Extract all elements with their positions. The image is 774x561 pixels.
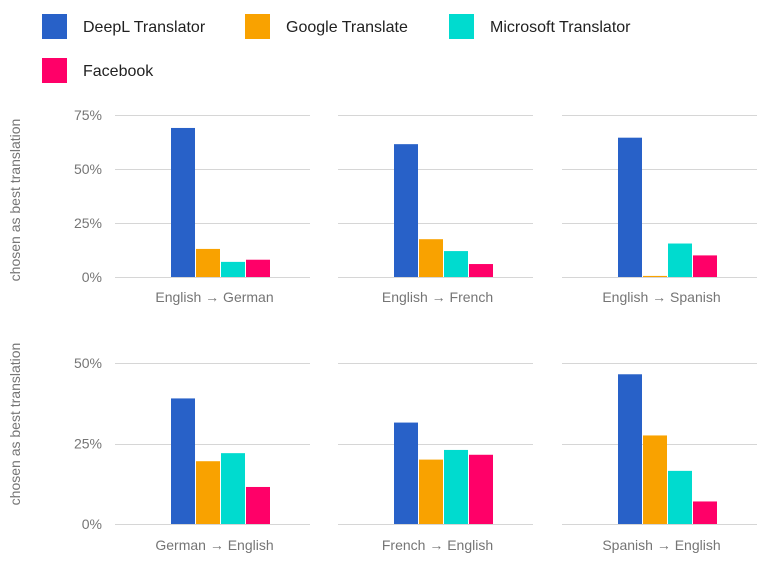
category-label: English → Spanish: [602, 289, 720, 305]
bar-facebook: [693, 255, 717, 277]
legend-swatch: [449, 14, 474, 39]
legend-item-facebook: Facebook: [42, 58, 154, 83]
bar-google-translate: [643, 275, 667, 277]
chart-rows: chosen as best translation 0% 25% 50% 75% Eng…: [7, 107, 757, 553]
y-axis-label: chosen as best translation: [7, 343, 23, 506]
bar-facebook: [469, 454, 493, 524]
bar-microsoft-translator: [221, 453, 245, 524]
bar-microsoft-translator: [668, 243, 692, 277]
legend-label: DeepL Translator: [83, 19, 206, 36]
y-tick-label: 50%: [74, 161, 102, 177]
bar-google-translate: [196, 461, 220, 524]
y-tick-label: 25%: [74, 215, 102, 231]
bar-deepl-translator: [394, 422, 418, 524]
panel-english-spanish: English → Spanish: [562, 115, 757, 305]
legend-label: Google Translate: [286, 19, 408, 36]
category-label: Spanish → English: [602, 537, 720, 553]
legend-item-deepl-translator: DeepL Translator: [42, 14, 206, 39]
bar-google-translate: [419, 239, 443, 277]
y-tick-label: 50%: [74, 355, 102, 371]
panel-french-english: French → English: [338, 363, 533, 553]
legend-label: Microsoft Translator: [490, 19, 631, 36]
bar-deepl-translator: [394, 144, 418, 277]
legend-swatch: [42, 58, 67, 83]
category-label: English → German: [155, 289, 273, 305]
bar-deepl-translator: [618, 137, 642, 277]
chart: DeepL Translator Google Translate Microsof…: [7, 14, 757, 553]
legend-item-microsoft-translator: Microsoft Translator: [449, 14, 631, 39]
chart-row-1: chosen as best translation 0% 25% 50% 75% Eng…: [7, 107, 757, 305]
panel-english-german: English → German: [115, 115, 310, 305]
bar-microsoft-translator: [444, 251, 468, 277]
bar-microsoft-translator: [221, 261, 245, 277]
bar-facebook: [469, 264, 493, 277]
bar-deepl-translator: [618, 374, 642, 524]
y-tick-label: 25%: [74, 436, 102, 452]
bar-deepl-translator: [171, 127, 195, 278]
y-tick-label: 0%: [82, 269, 102, 285]
chart-row-2: chosen as best translation 0% 25% 50% German…: [7, 343, 757, 553]
bar-google-translate: [643, 435, 667, 524]
category-label: German → English: [155, 537, 273, 553]
bar-google-translate: [196, 248, 220, 277]
y-axis-label: chosen as best translation: [7, 119, 23, 282]
bar-facebook: [246, 486, 270, 524]
category-label: English → French: [382, 289, 493, 305]
bar-google-translate: [419, 459, 443, 524]
legend-swatch: [245, 14, 270, 39]
legend-swatch: [42, 14, 67, 39]
legend-label: Facebook: [83, 63, 154, 80]
category-label: French → English: [382, 537, 493, 553]
panel-german-english: German → English: [115, 363, 310, 553]
legend-item-google-translate: Google Translate: [245, 14, 408, 39]
panel-spanish-english: Spanish → English: [562, 363, 757, 553]
bar-microsoft-translator: [444, 449, 468, 524]
bar-facebook: [246, 259, 270, 277]
panel-english-french: English → French: [338, 115, 533, 305]
bar-deepl-translator: [171, 398, 195, 524]
y-tick-label: 75%: [74, 107, 102, 123]
bar-facebook: [693, 501, 717, 524]
bar-microsoft-translator: [668, 470, 692, 524]
legend: DeepL Translator Google Translate Microsof…: [42, 14, 631, 83]
y-tick-label: 0%: [82, 516, 102, 532]
